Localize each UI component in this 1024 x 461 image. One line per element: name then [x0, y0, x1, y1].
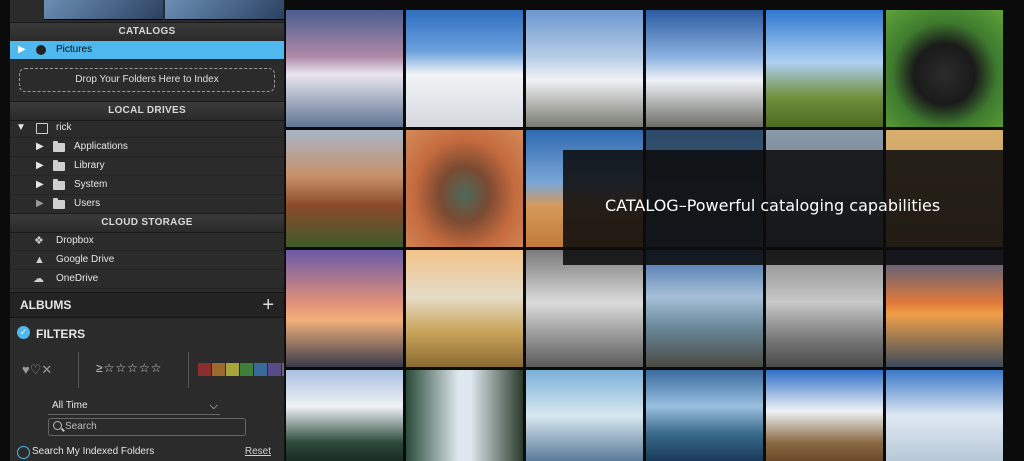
search-input[interactable]: Search — [48, 418, 246, 436]
photo-thumbnail[interactable] — [286, 130, 403, 247]
sidebar-item-label: Dropbox — [56, 235, 94, 246]
expand-arrow-icon[interactable]: ▶ — [36, 157, 44, 175]
sidebar-item-label: System — [74, 179, 108, 190]
photo-thumbnail[interactable] — [766, 10, 883, 127]
sidebar-item-rick[interactable]: ▼ rick — [10, 119, 284, 138]
photo-thumbnail[interactable] — [526, 10, 643, 127]
sidebar-item-label: rick — [56, 122, 72, 133]
color-swatch[interactable] — [240, 363, 253, 376]
search-placeholder: Search — [65, 421, 97, 432]
sidebar-item-dropbox[interactable]: ❖ Dropbox — [10, 232, 284, 251]
heart-filter[interactable]: ♥♡✕ — [22, 362, 52, 378]
sidebar-item-users[interactable]: ▶ Users — [10, 195, 284, 214]
sidebar-item-label: Applications — [74, 141, 128, 152]
sidebar-item-system[interactable]: ▶ System — [10, 176, 284, 195]
expand-arrow-icon[interactable]: ▶ — [36, 195, 44, 213]
sidebar-item-pictures[interactable]: ▶ Pictures — [10, 41, 284, 60]
star-rating-filter[interactable]: ≥☆☆☆☆☆ — [96, 361, 162, 375]
onedrive-icon: ☁ — [33, 273, 44, 285]
reset-link[interactable]: Reset — [245, 443, 271, 461]
search-scope-radio[interactable] — [17, 446, 30, 459]
thumbnail[interactable] — [44, 0, 163, 20]
color-swatch[interactable] — [226, 363, 239, 376]
catalogs-header: CATALOGS — [10, 22, 284, 42]
photo-thumbnail[interactable] — [766, 250, 883, 367]
color-label-filter[interactable] — [198, 363, 284, 376]
expand-arrow-icon[interactable]: ▶ — [36, 138, 44, 156]
photo-thumbnail[interactable] — [886, 370, 1003, 461]
caption-overlay: CATALOG–Powerful cataloging capabilities — [563, 150, 1004, 265]
drive-icon — [36, 45, 46, 55]
caption-text: CATALOG–Powerful cataloging capabilities — [605, 196, 941, 215]
sidebar-item-label: OneDrive — [56, 273, 99, 284]
color-swatch[interactable] — [212, 363, 225, 376]
photo-thumbnail[interactable] — [406, 10, 523, 127]
albums-section: ALBUMS + — [10, 292, 284, 318]
thumbnail[interactable] — [165, 0, 284, 20]
sidebar-item-onedrive[interactable]: ☁ OneDrive — [10, 270, 284, 289]
photo-thumbnail[interactable] — [406, 250, 523, 367]
sidebar-item-library[interactable]: ▶ Library — [10, 157, 284, 176]
time-filter-select[interactable]: All Time ⌵ — [48, 398, 220, 415]
photo-thumbnail[interactable] — [406, 130, 523, 247]
google-drive-icon: ▲ — [34, 254, 45, 266]
reject-icon[interactable]: ✕ — [41, 362, 52, 377]
photo-thumbnail[interactable] — [646, 370, 763, 461]
color-swatch[interactable] — [254, 363, 267, 376]
search-scope-label[interactable]: Search My Indexed Folders — [32, 443, 154, 461]
computer-icon — [36, 123, 48, 134]
sidebar-item-label: Google Drive — [56, 254, 115, 265]
photo-thumbnail[interactable] — [646, 250, 763, 367]
filters-section[interactable]: ✓ FILTERS — [10, 321, 284, 345]
albums-label: ALBUMS — [20, 298, 72, 312]
photo-thumbnail[interactable] — [406, 370, 523, 461]
search-icon — [53, 421, 62, 430]
color-swatch[interactable] — [282, 363, 284, 376]
sidebar-item-label: Library — [74, 160, 105, 171]
color-swatch[interactable] — [198, 363, 211, 376]
sidebar: CATALOGS ▶ Pictures Drop Your Folders He… — [10, 0, 285, 461]
photo-thumbnail[interactable] — [886, 10, 1003, 127]
folder-icon — [53, 141, 65, 152]
chevron-down-icon[interactable]: ⌵ — [210, 398, 218, 414]
expand-arrow-icon[interactable]: ▶ — [18, 41, 26, 59]
top-thumbnail-strip — [44, 0, 284, 20]
color-swatch[interactable] — [268, 363, 281, 376]
divider — [188, 352, 189, 388]
photo-thumbnail[interactable] — [286, 10, 403, 127]
local-drives-header: LOCAL DRIVES — [10, 101, 284, 121]
dropbox-icon: ❖ — [34, 235, 44, 247]
photo-thumbnail[interactable] — [766, 370, 883, 461]
time-filter-value: All Time — [52, 400, 88, 411]
folder-icon — [53, 179, 65, 190]
photo-thumbnail[interactable] — [286, 250, 403, 367]
filters-label: FILTERS — [36, 327, 86, 341]
heart-outline-icon[interactable]: ♡ — [30, 362, 42, 377]
photo-thumbnail[interactable] — [646, 10, 763, 127]
add-album-button[interactable]: + — [262, 293, 274, 317]
photo-thumbnail[interactable] — [526, 250, 643, 367]
divider — [78, 352, 79, 388]
folder-icon — [53, 198, 65, 209]
drop-folders-zone[interactable]: Drop Your Folders Here to Index — [19, 68, 275, 92]
cloud-storage-header: CLOUD STORAGE — [10, 213, 284, 233]
heart-filled-icon[interactable]: ♥ — [22, 362, 30, 377]
folder-icon — [53, 160, 65, 171]
photo-thumbnail[interactable] — [886, 250, 1003, 367]
sidebar-item-google-drive[interactable]: ▲ Google Drive — [10, 251, 284, 270]
photo-thumbnail[interactable] — [286, 370, 403, 461]
sidebar-item-label: Users — [74, 198, 101, 209]
search-scope-row: Search My Indexed Folders Reset — [10, 443, 284, 461]
sidebar-item-applications[interactable]: ▶ Applications — [10, 138, 284, 157]
collapse-arrow-icon[interactable]: ▼ — [16, 119, 26, 137]
sidebar-item-label: Pictures — [56, 44, 93, 55]
photo-thumbnail[interactable] — [526, 370, 643, 461]
check-icon[interactable]: ✓ — [17, 326, 30, 339]
expand-arrow-icon[interactable]: ▶ — [36, 176, 44, 194]
